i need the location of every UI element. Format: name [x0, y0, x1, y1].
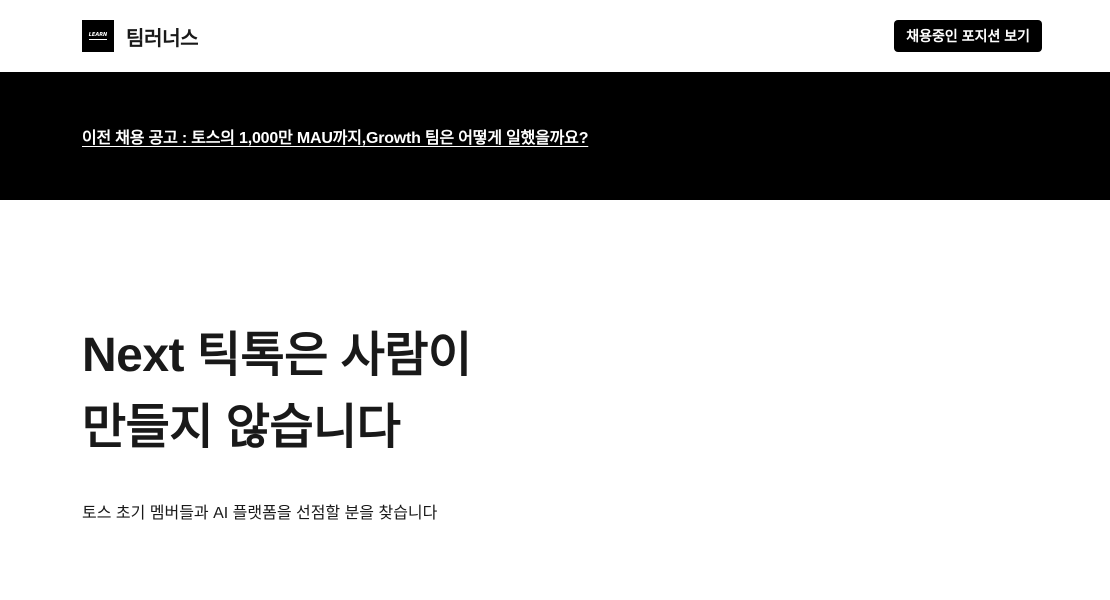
- logo-text: LEARN: [88, 31, 108, 40]
- brand-home-link[interactable]: LEARN 팀러너스: [82, 20, 199, 52]
- hero-subtitle: 토스 초기 멤버들과 AI 플랫폼을 선점할 분을 찾습니다: [82, 505, 438, 522]
- previous-posting-link[interactable]: 이전 채용 공고 : 토스의 1,000만 MAU까지,Growth 팀은 어떻…: [82, 124, 588, 148]
- hero-title-line-2: 만들지 않습니다: [82, 401, 401, 454]
- previous-posting-banner: 이전 채용 공고 : 토스의 1,000만 MAU까지,Growth 팀은 어떻…: [0, 72, 1110, 200]
- hero-section: Next 틱톡은 사람이 만들지 않습니다 토스 초기 멤버들과 AI 플랫폼을…: [0, 200, 1110, 600]
- view-open-positions-button[interactable]: 채용중인 포지션 보기: [894, 20, 1042, 52]
- brand-name: 팀러너스: [126, 27, 199, 50]
- brand-logo: LEARN: [82, 20, 114, 52]
- hero-title: Next 틱톡은 사람이 만들지 않습니다: [82, 320, 472, 464]
- site-header: LEARN 팀러너스 채용중인 포지션 보기: [0, 0, 1110, 72]
- hero-title-line-1: Next 틱톡은 사람이: [82, 329, 472, 382]
